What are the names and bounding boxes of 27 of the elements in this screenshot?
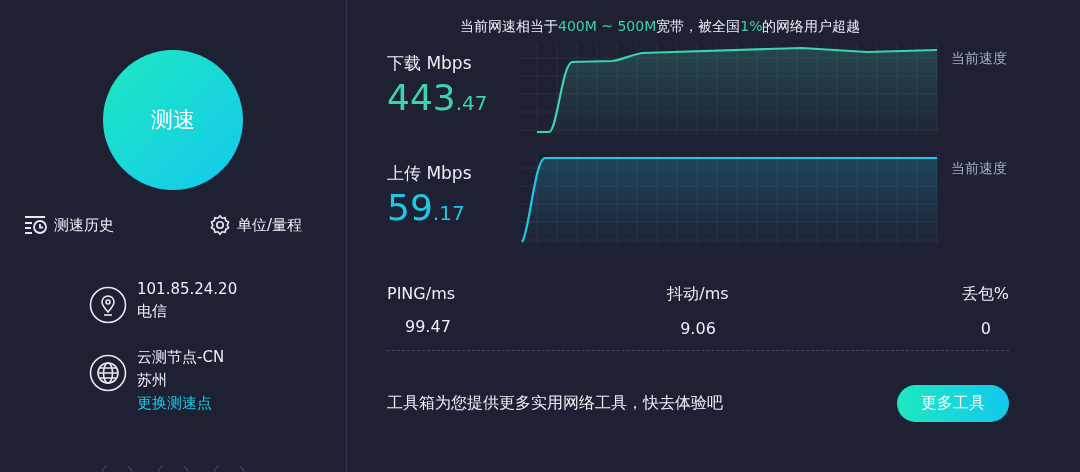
stat-value: 0 (979, 319, 992, 338)
meter-label: 下载 Mbps (387, 52, 473, 75)
action-link[interactable]: 单位/量程 (208, 214, 302, 236)
speed-value: 443 (387, 77, 456, 118)
action-link[interactable]: 测速历史 (24, 214, 114, 236)
info-text: 101.85.24.20 (137, 280, 238, 298)
info-text: 电信 (137, 302, 168, 321)
info-text: 苏州 (137, 371, 168, 390)
info-text: 云测节点-CN (137, 348, 225, 367)
meter-label: 上传 Mbps (387, 162, 473, 185)
globe-icon (89, 354, 127, 392)
current-speed-label: 当前速度 (951, 160, 1007, 178)
current-speed-label: 当前速度 (951, 50, 1007, 68)
stat-value: 99.47 (404, 317, 452, 336)
speed-decimal: .17 (432, 201, 465, 225)
change-server-link[interactable]: 更换测速点 (137, 394, 225, 413)
history-icon (24, 215, 48, 235)
stat-label: 抖动/ms (667, 284, 729, 305)
stat-value: 9.06 (679, 319, 717, 338)
settings-icon (208, 214, 231, 236)
stat-label: PING/ms (387, 284, 456, 303)
toolbox-text: 工具箱为您提供更多实用网络工具，快去体验吧 (387, 393, 723, 414)
speed-summary: 当前网速相当于400M ~ 500M宽带，被全国1%的网络用户超越 (460, 18, 862, 36)
stat-label: 丢包% (961, 284, 1009, 305)
speed-decimal: .47 (455, 91, 488, 115)
speed-value: 59 (387, 187, 433, 228)
location-pin-icon (89, 286, 127, 324)
